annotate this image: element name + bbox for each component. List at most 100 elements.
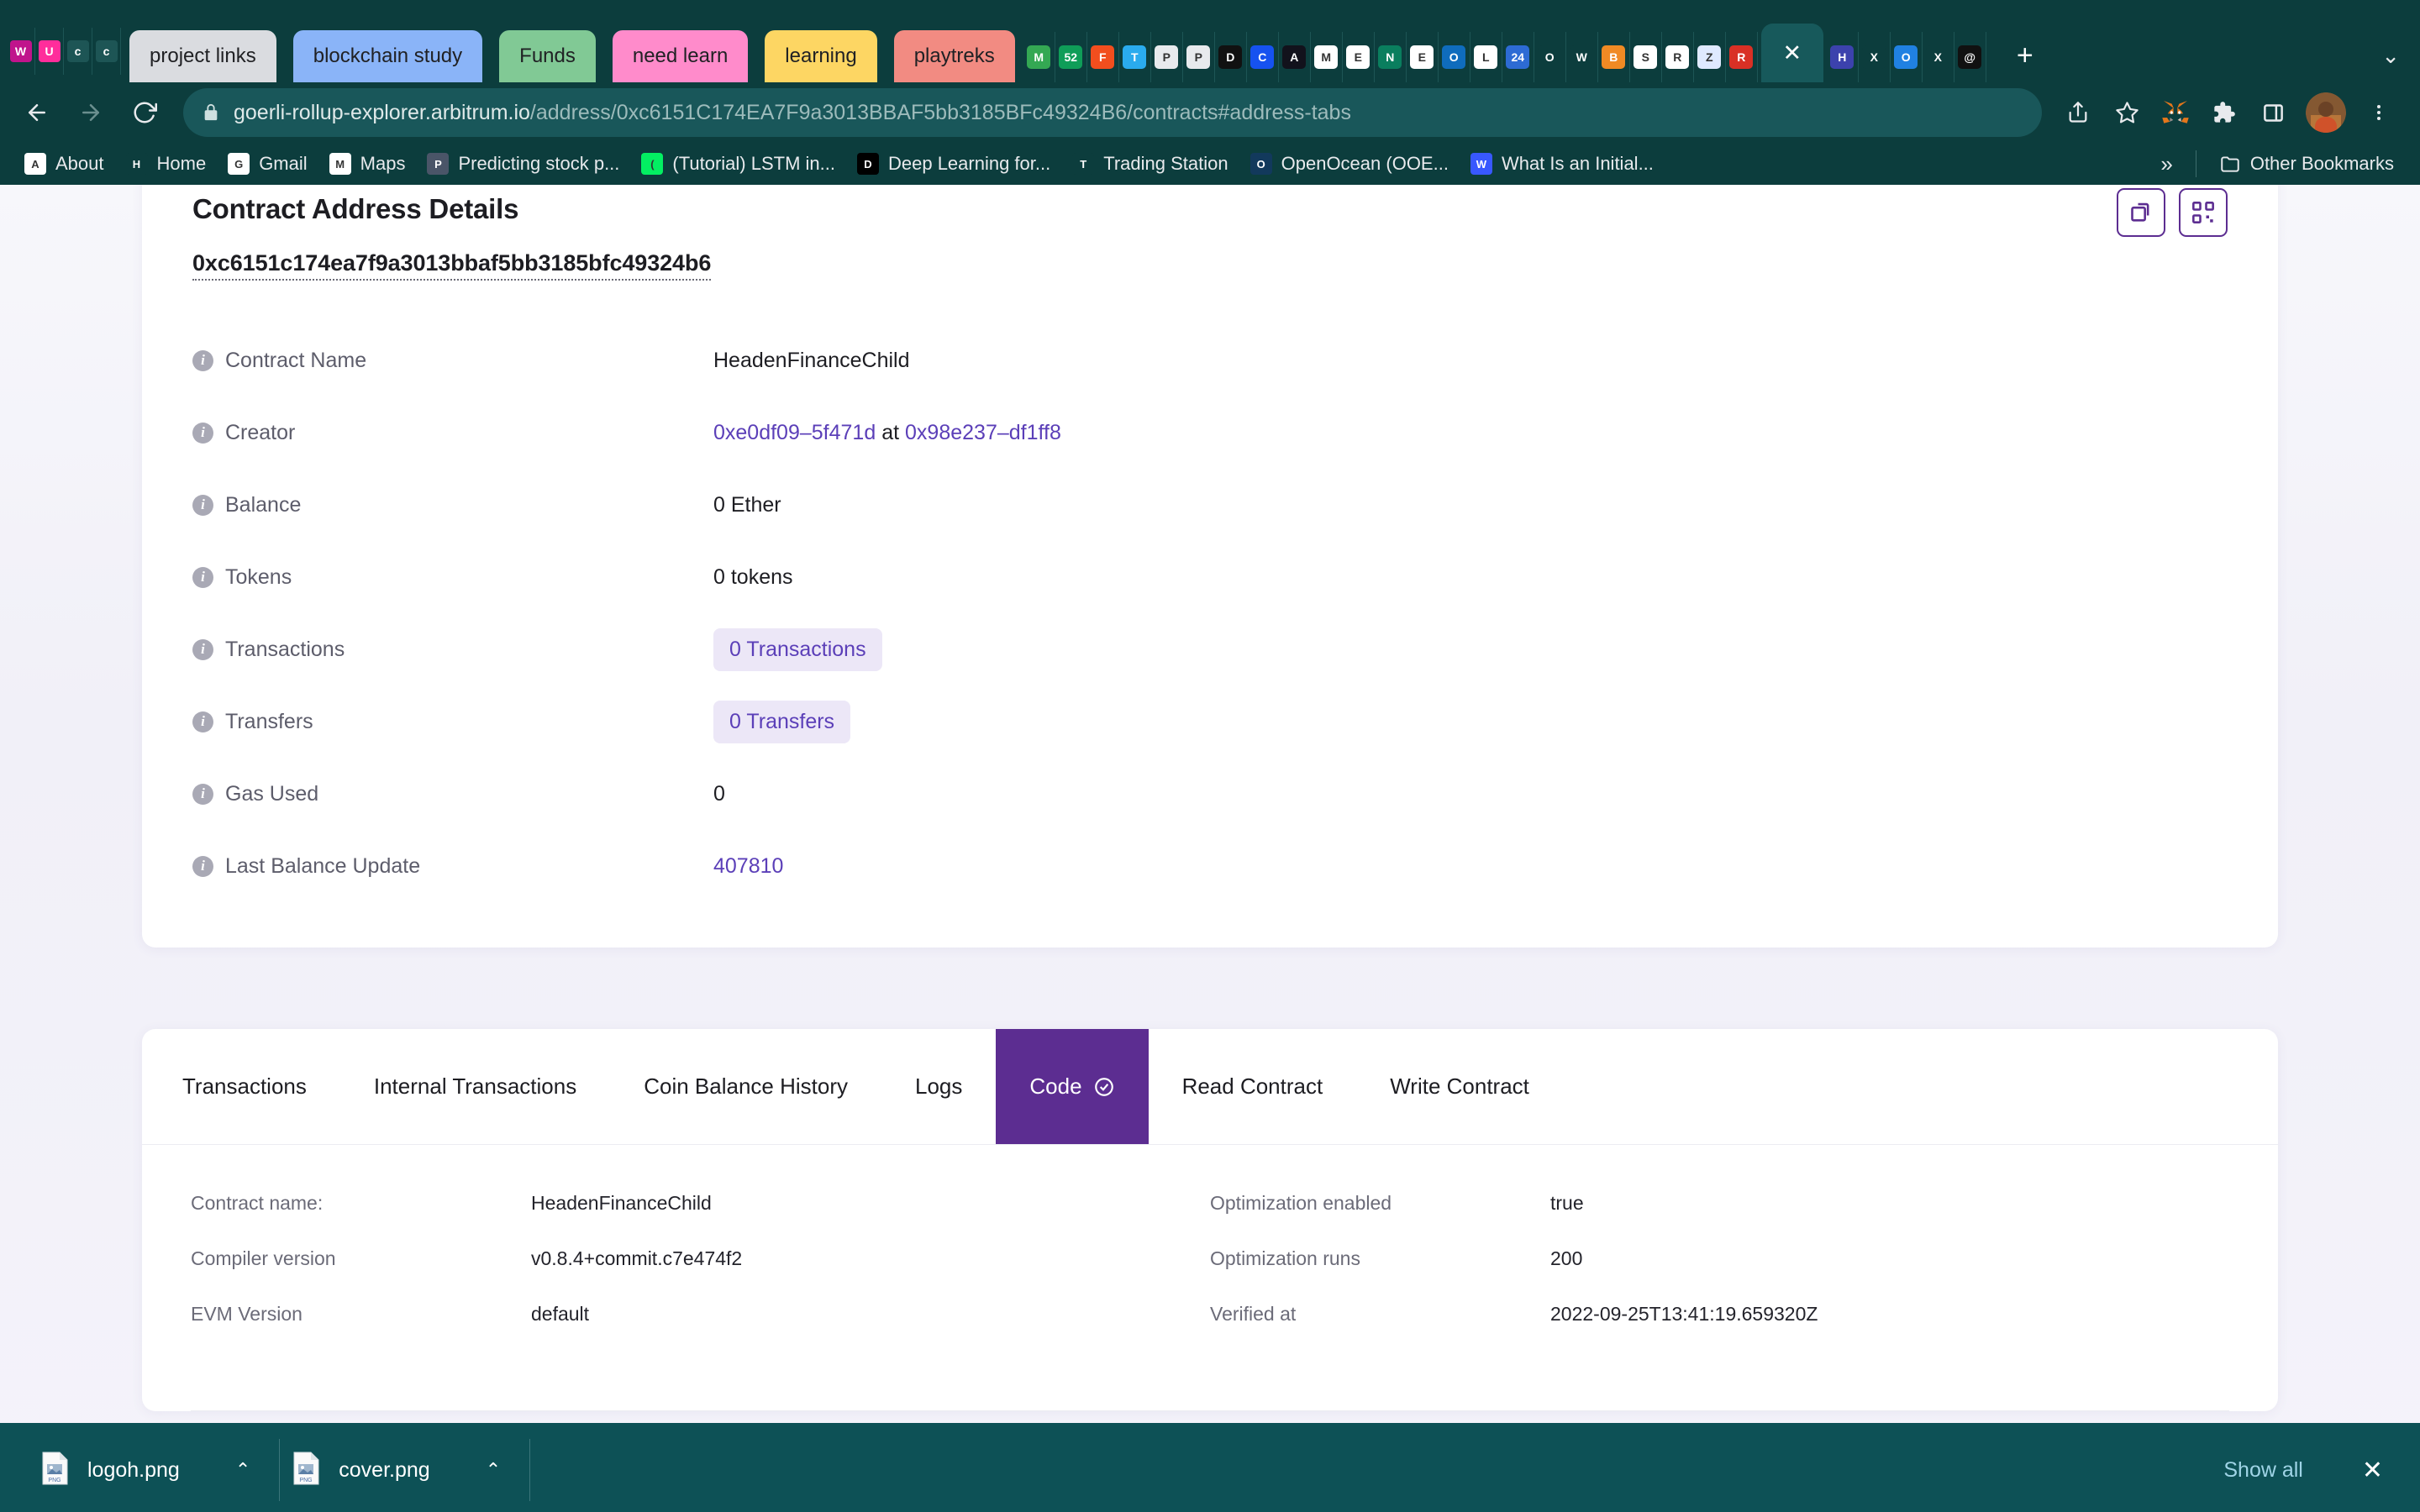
tab-search-button[interactable]: ⌄ bbox=[2381, 43, 2400, 69]
tab-group-playtreks[interactable]: playtreks bbox=[893, 30, 1015, 82]
forward-button[interactable] bbox=[66, 87, 116, 138]
violet-tab-3[interactable]: X bbox=[1923, 32, 1954, 82]
tab-group-project-links[interactable]: project links bbox=[129, 30, 276, 82]
bookmark-maps[interactable]: M Maps bbox=[318, 148, 417, 180]
flame-tab[interactable]: A bbox=[1279, 32, 1311, 82]
outlook-tab[interactable]: O bbox=[1439, 32, 1470, 82]
tab-code[interactable]: Code bbox=[996, 1029, 1149, 1144]
address-bar[interactable]: goerli-rollup-explorer.arbitrum.io/addre… bbox=[183, 88, 2042, 137]
bookmark-predicting-stock-p[interactable]: P Predicting stock p... bbox=[416, 148, 630, 180]
rocket-tab[interactable]: R bbox=[1662, 32, 1694, 82]
detail-value-pill[interactable]: 0 Transactions bbox=[713, 627, 882, 671]
extensions-button[interactable] bbox=[2202, 90, 2247, 135]
tab-group-learning[interactable]: learning bbox=[765, 30, 877, 82]
detail-label: i Last Balance Update bbox=[192, 854, 713, 879]
side-panel-button[interactable] bbox=[2250, 90, 2296, 135]
tab-internal-transactions[interactable]: Internal Transactions bbox=[340, 1029, 610, 1144]
copy-address-button[interactable] bbox=[2117, 188, 2165, 237]
bookmark-trading-station[interactable]: T Trading Station bbox=[1061, 148, 1239, 180]
chain-tab[interactable]: L bbox=[1470, 32, 1502, 82]
info-icon[interactable]: i bbox=[192, 855, 213, 877]
black-drop-tab[interactable]: D bbox=[1215, 32, 1247, 82]
sunburst-tab[interactable]: O bbox=[1534, 32, 1566, 82]
download-menu-caret-icon[interactable]: ⌃ bbox=[235, 1459, 250, 1481]
doc-tab-2[interactable]: c bbox=[92, 28, 121, 75]
tab-group-label: playtreks bbox=[913, 45, 995, 67]
opensea-blue-tab[interactable]: O bbox=[1891, 32, 1923, 82]
bookmark-what-is-an-initial[interactable]: W What Is an Initial... bbox=[1460, 148, 1665, 180]
tab-group-blockchain-study[interactable]: blockchain study bbox=[292, 30, 483, 82]
qr-code-button[interactable] bbox=[2179, 188, 2228, 237]
bookmarks-overflow-button[interactable]: » bbox=[2149, 146, 2183, 182]
info-icon[interactable]: i bbox=[192, 494, 213, 516]
tab-read-contract[interactable]: Read Contract bbox=[1149, 1029, 1357, 1144]
etherscan-tab-2[interactable]: E bbox=[1407, 32, 1439, 82]
google-maps-tab[interactable]: M bbox=[1023, 32, 1055, 82]
bookmark-home[interactable]: H Home bbox=[115, 148, 218, 180]
hex-tab[interactable]: H bbox=[1827, 32, 1859, 82]
download-menu-caret-icon[interactable]: ⌃ bbox=[486, 1459, 501, 1481]
profile-avatar[interactable] bbox=[2306, 92, 2346, 133]
parachute-tab-1[interactable]: P bbox=[1151, 32, 1183, 82]
wave-tab[interactable]: W bbox=[1566, 32, 1598, 82]
bookmark-about[interactable]: A About bbox=[13, 148, 115, 180]
contract-address-hash[interactable]: 0xc6151c174ea7f9a3013bbaf5bb3185bfc49324… bbox=[192, 250, 711, 281]
tab-logs[interactable]: Logs bbox=[881, 1029, 996, 1144]
share-button[interactable] bbox=[2055, 90, 2101, 135]
doc-tab-1[interactable]: c bbox=[64, 28, 92, 75]
download-item[interactable]: PNG logoh.png ⌃ bbox=[29, 1439, 279, 1501]
counter-tab[interactable]: 52 bbox=[1055, 32, 1087, 82]
info-icon[interactable]: i bbox=[192, 638, 213, 660]
etherscan-tab-1[interactable]: E bbox=[1343, 32, 1375, 82]
coinbase-tab[interactable]: C bbox=[1247, 32, 1279, 82]
bookmark-gmail[interactable]: G Gmail bbox=[217, 148, 318, 180]
figma-tab[interactable]: F bbox=[1087, 32, 1119, 82]
telegram-tab[interactable]: T bbox=[1119, 32, 1151, 82]
new-tab-button[interactable]: + bbox=[2002, 32, 2049, 79]
info-icon[interactable]: i bbox=[192, 711, 213, 732]
bookmark-openocean-ooe[interactable]: O OpenOcean (OOE... bbox=[1239, 148, 1460, 180]
tab-group-Funds[interactable]: Funds bbox=[499, 30, 596, 82]
orange-pill-tab[interactable]: B bbox=[1598, 32, 1630, 82]
back-button[interactable] bbox=[12, 87, 62, 138]
info-icon[interactable]: i bbox=[192, 422, 213, 444]
bookmark-deep-learning-for[interactable]: D Deep Learning for... bbox=[846, 148, 1061, 180]
bookmark-button[interactable] bbox=[2104, 90, 2149, 135]
close-download-bar-button[interactable]: ✕ bbox=[2347, 1449, 2398, 1492]
show-all-downloads-button[interactable]: Show all bbox=[2202, 1448, 2325, 1493]
chrome-menu-button[interactable] bbox=[2356, 90, 2402, 135]
info-icon[interactable]: i bbox=[192, 783, 213, 805]
creator-address-link[interactable]: 0xe0df09–5f471d bbox=[713, 421, 876, 444]
detail-value-link[interactable]: 407810 bbox=[713, 854, 783, 878]
zapper-tab[interactable]: Z bbox=[1694, 32, 1726, 82]
gmail-tab[interactable]: M bbox=[1311, 32, 1343, 82]
info-icon[interactable]: i bbox=[192, 349, 213, 371]
tab-transactions[interactable]: Transactions bbox=[149, 1029, 340, 1144]
violet-tab-1[interactable]: ✕ bbox=[1760, 24, 1823, 82]
download-item[interactable]: PNG cover.png ⌃ bbox=[280, 1439, 529, 1501]
violet-tab-2[interactable]: X bbox=[1859, 32, 1891, 82]
calendar24-tab[interactable]: 24 bbox=[1502, 32, 1534, 82]
green-tab[interactable]: N bbox=[1375, 32, 1407, 82]
red-tab[interactable]: R bbox=[1726, 32, 1758, 82]
tab-group-need-learn[interactable]: need learn bbox=[612, 30, 749, 82]
metamask-button[interactable] bbox=[2153, 90, 2198, 135]
metadata-value: default bbox=[531, 1303, 590, 1325]
other-bookmarks-button[interactable]: Other Bookmarks bbox=[2208, 148, 2405, 180]
close-tab-icon[interactable]: ✕ bbox=[1782, 41, 1802, 65]
detail-value-pill[interactable]: 0 Transfers bbox=[713, 700, 851, 743]
info-icon[interactable]: i bbox=[192, 566, 213, 588]
spiral-tab[interactable]: @ bbox=[1954, 32, 1986, 82]
tab-write-contract[interactable]: Write Contract bbox=[1356, 1029, 1563, 1144]
unicorn-tab[interactable]: U bbox=[35, 28, 64, 75]
opensea-tab[interactable]: S bbox=[1630, 32, 1662, 82]
tab-coin-balance-history[interactable]: Coin Balance History bbox=[610, 1029, 881, 1144]
wyre-tab[interactable]: W bbox=[7, 28, 35, 75]
detail-label: i Creator bbox=[192, 421, 713, 445]
parachute-tab-2[interactable]: P bbox=[1183, 32, 1215, 82]
violet-tab-2-favicon: X bbox=[1862, 45, 1886, 69]
bookmark--tutorial-lstm-in[interactable]: ((Tutorial) LSTM in... bbox=[630, 148, 846, 180]
creator-tx-link[interactable]: 0x98e237–df1ff8 bbox=[905, 421, 1061, 444]
download-bar-right: Show all ✕ bbox=[2202, 1448, 2398, 1493]
reload-button[interactable] bbox=[119, 87, 170, 138]
